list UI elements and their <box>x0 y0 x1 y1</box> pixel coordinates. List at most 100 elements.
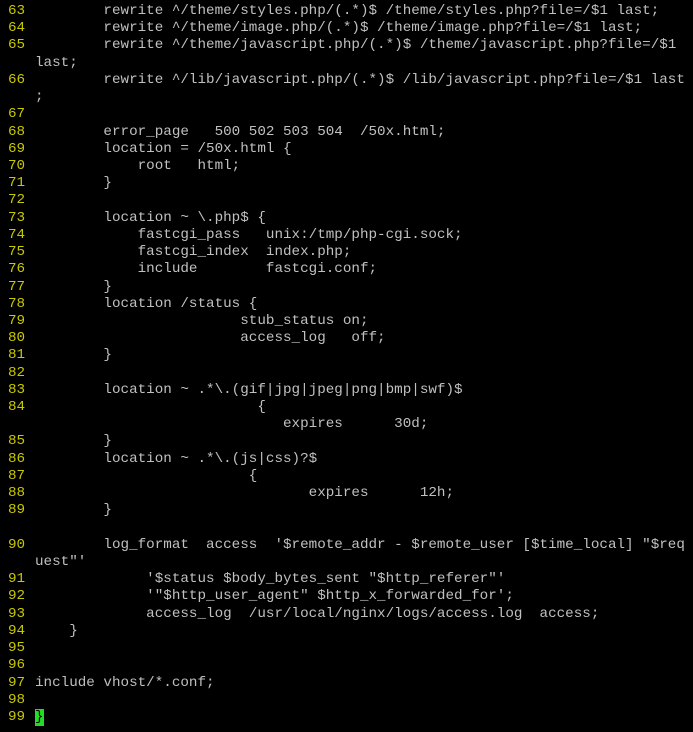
line-number: 80 <box>8 330 26 347</box>
line-text: } <box>35 175 112 192</box>
vim-editor[interactable]: 63 rewrite ^/theme/styles.php/(.*)$ /the… <box>0 3 693 727</box>
code-line[interactable]: 75 fastcgi_index index.php; <box>0 244 693 261</box>
line-number: 87 <box>8 467 26 484</box>
line-text: root html; <box>35 157 241 174</box>
line-number: 71 <box>8 175 26 192</box>
text-cursor: } <box>35 708 44 727</box>
code-line[interactable]: 72 <box>0 192 693 209</box>
code-line[interactable]: 67 <box>0 106 693 123</box>
line-text: rewrite ^/lib/javascript.php/(.*)$ /lib/… <box>35 71 685 88</box>
line-text: uest"' <box>35 554 87 570</box>
code-line[interactable]: 97 include vhost/*.conf; <box>0 675 693 692</box>
line-number: 76 <box>8 261 26 278</box>
code-line[interactable]: 95 <box>0 640 693 657</box>
code-line[interactable]: 94 } <box>0 623 693 640</box>
code-line-wrap[interactable] <box>0 520 693 537</box>
code-line[interactable]: 93 access_log /usr/local/nginx/logs/acce… <box>0 606 693 623</box>
line-text: } <box>35 433 112 450</box>
code-line[interactable]: 76 include fastcgi.conf; <box>0 261 693 278</box>
line-text: rewrite ^/theme/image.php/(.*)$ /theme/i… <box>35 20 643 37</box>
line-number: 64 <box>8 20 26 37</box>
code-line[interactable]: 89 } <box>0 502 693 519</box>
code-line[interactable]: 86 location ~ .*\.(js|css)?$ <box>0 451 693 468</box>
line-number: 73 <box>8 209 26 226</box>
line-number: 85 <box>8 433 26 450</box>
line-number: 98 <box>8 691 26 708</box>
line-text: } <box>35 278 112 295</box>
code-line[interactable]: 80 access_log off; <box>0 330 693 347</box>
line-text: expires 12h; <box>35 485 455 502</box>
line-text: { <box>35 399 266 416</box>
line-text: rewrite ^/theme/javascript.php/(.*)$ /th… <box>35 37 677 54</box>
line-number: 90 <box>8 536 26 553</box>
line-number: 93 <box>8 605 26 622</box>
line-text: fastcgi_index index.php; <box>35 244 352 261</box>
code-line[interactable]: 81 } <box>0 347 693 364</box>
code-line[interactable]: 66 rewrite ^/lib/javascript.php/(.*)$ /l… <box>0 72 693 89</box>
line-number: 94 <box>8 622 26 639</box>
code-line[interactable]: 92 '"$http_user_agent" $http_x_forwarded… <box>0 588 693 605</box>
line-number: 72 <box>8 192 26 209</box>
line-text: } <box>35 502 112 519</box>
line-text: location ~ .*\.(gif|jpg|jpeg|png|bmp|swf… <box>35 381 463 398</box>
code-line[interactable]: 85 } <box>0 433 693 450</box>
line-number: 79 <box>8 312 26 329</box>
line-text: include fastcgi.conf; <box>35 261 378 278</box>
line-number: 77 <box>8 278 26 295</box>
code-line[interactable]: 91 '$status $body_bytes_sent "$http_refe… <box>0 571 693 588</box>
code-line-wrap[interactable]: last; <box>0 55 693 72</box>
code-line[interactable]: 99} <box>0 708 693 727</box>
line-number: 84 <box>8 399 26 416</box>
line-number: 91 <box>8 571 26 588</box>
line-text: '$status $body_bytes_sent "$http_referer… <box>35 571 506 588</box>
code-line[interactable]: 87 { <box>0 468 693 485</box>
code-line[interactable]: 73 location ~ \.php$ { <box>0 210 693 227</box>
line-text: expires 30d; <box>35 416 429 433</box>
line-text: rewrite ^/theme/styles.php/(.*)$ /theme/… <box>35 3 660 19</box>
line-text: include vhost/*.conf; <box>35 674 215 691</box>
code-line-wrap[interactable]: uest"' <box>0 554 693 571</box>
code-line-wrap[interactable]: ; <box>0 89 693 106</box>
code-line[interactable]: 68 error_page 500 502 503 504 /50x.html; <box>0 124 693 141</box>
code-line[interactable]: 98 <box>0 692 693 709</box>
line-text: access_log /usr/local/nginx/logs/access.… <box>35 605 600 622</box>
line-number: 92 <box>8 588 26 605</box>
code-line[interactable]: 63 rewrite ^/theme/styles.php/(.*)$ /the… <box>0 3 693 20</box>
line-number: 74 <box>8 226 26 243</box>
code-line[interactable]: 74 fastcgi_pass unix:/tmp/php-cgi.sock; <box>0 227 693 244</box>
code-line[interactable]: 70 root html; <box>0 158 693 175</box>
line-number: 96 <box>8 657 26 674</box>
line-text: access_log off; <box>35 330 386 347</box>
line-number: 89 <box>8 502 26 519</box>
code-line[interactable]: 82 <box>0 365 693 382</box>
line-text: location = /50x.html { <box>35 140 292 157</box>
code-line[interactable]: 84 { <box>0 399 693 416</box>
line-text: } <box>35 622 78 639</box>
line-text: location /status { <box>35 295 258 312</box>
line-number: 81 <box>8 347 26 364</box>
line-text: } <box>35 347 112 364</box>
code-line[interactable]: 64 rewrite ^/theme/image.php/(.*)$ /them… <box>0 20 693 37</box>
line-text: fastcgi_pass unix:/tmp/php-cgi.sock; <box>35 226 463 243</box>
line-text: '"$http_user_agent" $http_x_forwarded_fo… <box>35 588 514 605</box>
line-number: 83 <box>8 381 26 398</box>
code-line[interactable]: 77 } <box>0 279 693 296</box>
line-number: 63 <box>8 3 26 19</box>
code-line[interactable]: 69 location = /50x.html { <box>0 141 693 158</box>
code-line[interactable]: 83 location ~ .*\.(gif|jpg|jpeg|png|bmp|… <box>0 382 693 399</box>
code-line[interactable]: 88 expires 12h; <box>0 485 693 502</box>
code-line[interactable]: 71 } <box>0 175 693 192</box>
line-number: 69 <box>8 140 26 157</box>
code-line[interactable]: 65 rewrite ^/theme/javascript.php/(.*)$ … <box>0 37 693 54</box>
code-line[interactable]: 90 log_format access '$remote_addr - $re… <box>0 537 693 554</box>
code-line[interactable]: 78 location /status { <box>0 296 693 313</box>
line-number: 68 <box>8 123 26 140</box>
line-text: { <box>35 467 258 484</box>
code-line[interactable]: 96 <box>0 657 693 674</box>
line-number: 70 <box>8 157 26 174</box>
code-line-wrap[interactable]: expires 30d; <box>0 416 693 433</box>
line-text: error_page 500 502 503 504 /50x.html; <box>35 123 446 140</box>
code-line[interactable]: 79 stub_status on; <box>0 313 693 330</box>
line-text: location ~ \.php$ { <box>35 209 266 226</box>
line-text: log_format access '$remote_addr - $remot… <box>35 536 685 553</box>
